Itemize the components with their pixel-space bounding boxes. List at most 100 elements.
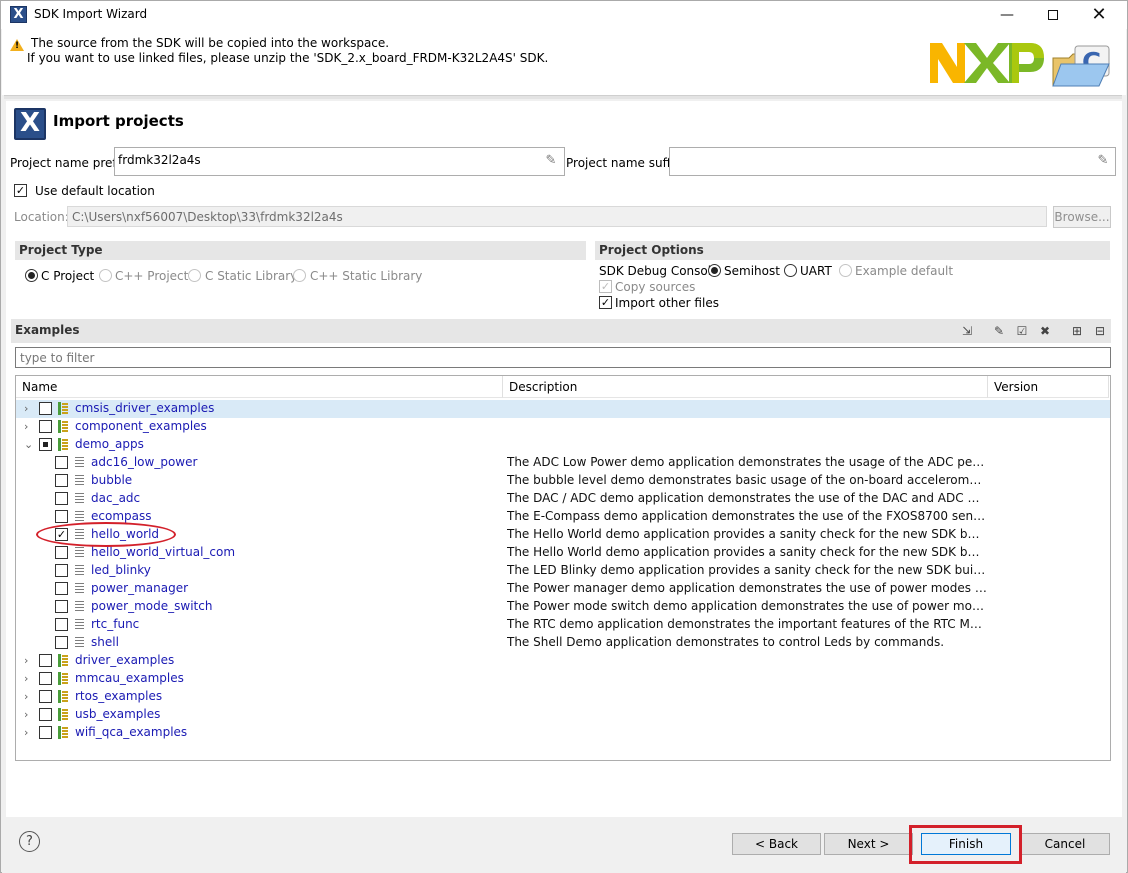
clear-filter-icon[interactable]: ✎ xyxy=(991,323,1007,339)
tree-row[interactable]: › mmcau_examples xyxy=(16,670,1110,688)
suffix-input[interactable] xyxy=(669,147,1116,176)
warning-message-line1: The source from the SDK will be copied i… xyxy=(31,36,390,50)
column-header-name[interactable]: Name xyxy=(16,376,503,398)
row-checkbox[interactable] xyxy=(55,636,68,649)
row-name: power_manager xyxy=(91,581,189,595)
radio-c-static-library[interactable] xyxy=(188,269,201,282)
row-checkbox[interactable] xyxy=(39,672,52,685)
browse-button[interactable]: Browse... xyxy=(1053,206,1111,228)
radio-label-cpp-project: C++ Project xyxy=(115,269,189,283)
row-description: The E-Compass demo application demonstra… xyxy=(507,509,987,523)
clear-prefix-icon[interactable]: ✎ xyxy=(542,152,560,170)
copy-sources-label: Copy sources xyxy=(615,280,696,294)
tree-row[interactable]: bubble The bubble level demo demonstrates… xyxy=(16,472,1110,490)
expand-chevron-icon[interactable]: › xyxy=(24,708,34,721)
row-name: ecompass xyxy=(91,509,152,523)
row-name: dac_adc xyxy=(91,491,141,505)
expand-chevron-icon[interactable]: › xyxy=(24,654,34,667)
example-file-icon xyxy=(74,510,84,523)
tree-row[interactable]: › component_examples xyxy=(16,418,1110,436)
expand-chevron-icon[interactable]: › xyxy=(24,402,34,415)
collapse-all-icon[interactable]: ⊟ xyxy=(1092,323,1108,339)
expand-chevron-icon[interactable]: › xyxy=(24,672,34,685)
tree-row[interactable]: shell The Shell Demo application demonstr… xyxy=(16,634,1110,652)
row-description: The bubble level demo demonstrates basic… xyxy=(507,473,987,487)
row-checkbox[interactable] xyxy=(55,582,68,595)
radio-example-default[interactable] xyxy=(839,264,852,277)
expand-chevron-icon[interactable]: › xyxy=(24,690,34,703)
clear-suffix-icon[interactable]: ✎ xyxy=(1094,152,1112,170)
row-checkbox[interactable] xyxy=(55,546,68,559)
row-checkbox[interactable] xyxy=(39,690,52,703)
example-group-icon xyxy=(58,654,68,667)
row-checkbox[interactable] xyxy=(39,654,52,667)
maximize-button[interactable] xyxy=(1030,1,1076,29)
examples-filter-input[interactable]: type to filter xyxy=(15,347,1111,368)
use-default-location-checkbox[interactable]: ✓ xyxy=(14,184,27,197)
column-header-version[interactable]: Version xyxy=(988,376,1109,398)
import-other-files-label: Import other files xyxy=(615,296,719,310)
tree-row[interactable]: ✓ hello_world The Hello World demo applica… xyxy=(16,526,1110,544)
minimize-button[interactable]: — xyxy=(984,1,1030,29)
example-group-icon xyxy=(58,420,68,433)
row-checkbox[interactable] xyxy=(55,456,68,469)
import-other-files-checkbox[interactable]: ✓ xyxy=(599,296,612,309)
tree-row[interactable]: › driver_examples xyxy=(16,652,1110,670)
select-all-icon[interactable]: ☑ xyxy=(1014,323,1030,339)
row-name: hello_world_virtual_com xyxy=(91,545,236,559)
radio-c-project[interactable] xyxy=(25,269,38,282)
row-checkbox[interactable] xyxy=(39,402,52,415)
row-description: The Power mode switch demo application d… xyxy=(507,599,987,613)
expand-chevron-icon[interactable]: › xyxy=(24,420,34,433)
row-checkbox[interactable] xyxy=(39,708,52,721)
cancel-button[interactable]: Cancel xyxy=(1020,833,1110,855)
tree-row[interactable]: hello_world_virtual_com The Hello World d… xyxy=(16,544,1110,562)
project-options-header: Project Options xyxy=(595,241,1110,260)
column-header-description[interactable]: Description xyxy=(503,376,988,398)
expand-chevron-icon[interactable]: › xyxy=(24,726,34,739)
copy-sources-checkbox[interactable]: ✓ xyxy=(599,280,612,293)
row-description: The ADC Low Power demo application demon… xyxy=(507,455,987,469)
close-window-button[interactable]: ✕ xyxy=(1076,1,1122,29)
row-checkbox[interactable] xyxy=(55,510,68,523)
deselect-all-icon[interactable]: ✖ xyxy=(1037,323,1053,339)
prefix-input[interactable]: frdmk32l2a4s xyxy=(114,147,565,176)
tree-row[interactable]: dac_adc The DAC / ADC demo application de… xyxy=(16,490,1110,508)
tree-row[interactable]: led_blinky The LED Blinky demo applicatio… xyxy=(16,562,1110,580)
row-checkbox[interactable] xyxy=(55,600,68,613)
row-checkbox[interactable] xyxy=(55,474,68,487)
radio-cpp-static-library[interactable] xyxy=(293,269,306,282)
tree-row[interactable]: power_mode_switch The Power mode switch d… xyxy=(16,598,1110,616)
radio-cpp-project[interactable] xyxy=(99,269,112,282)
help-button[interactable]: ? xyxy=(19,831,40,852)
tree-row[interactable]: › rtos_examples xyxy=(16,688,1110,706)
tree-row[interactable]: › usb_examples xyxy=(16,706,1110,724)
row-checkbox[interactable] xyxy=(39,726,52,739)
row-checkbox[interactable] xyxy=(55,564,68,577)
example-file-icon xyxy=(74,600,84,613)
radio-semihost[interactable] xyxy=(708,264,721,277)
expand-all-icon[interactable]: ⊞ xyxy=(1069,323,1085,339)
row-name: usb_examples xyxy=(75,707,161,721)
row-name: rtc_func xyxy=(91,617,140,631)
location-input[interactable]: C:\Users\nxf56007\Desktop\33\frdmk32l2a4… xyxy=(67,206,1047,227)
tree-row[interactable]: › cmsis_driver_examples xyxy=(16,400,1110,418)
tree-row[interactable]: rtc_func The RTC demo application demonst… xyxy=(16,616,1110,634)
row-checkbox[interactable] xyxy=(55,492,68,505)
tree-row[interactable]: ecompass The E-Compass demo application d… xyxy=(16,508,1110,526)
row-checkbox[interactable] xyxy=(55,618,68,631)
import-icon[interactable]: ⇲ xyxy=(959,323,975,339)
row-checkbox[interactable] xyxy=(39,420,52,433)
back-button[interactable]: < Back xyxy=(732,833,821,855)
examples-tree: Name Description Version › cmsis_driver_e… xyxy=(15,375,1111,761)
tree-row[interactable]: adc16_low_power The ADC Low Power demo ap… xyxy=(16,454,1110,472)
row-checkbox[interactable] xyxy=(39,438,52,451)
radio-uart[interactable] xyxy=(784,264,797,277)
tree-row[interactable]: ⌄ demo_apps xyxy=(16,436,1110,454)
collapse-chevron-icon[interactable]: ⌄ xyxy=(24,438,34,451)
tree-row[interactable]: › wifi_qca_examples xyxy=(16,724,1110,742)
app-x-icon: X xyxy=(10,6,27,23)
row-description: The Hello World demo application provide… xyxy=(507,545,987,559)
next-button[interactable]: Next > xyxy=(824,833,913,855)
tree-row[interactable]: power_manager The Power manager demo appl… xyxy=(16,580,1110,598)
